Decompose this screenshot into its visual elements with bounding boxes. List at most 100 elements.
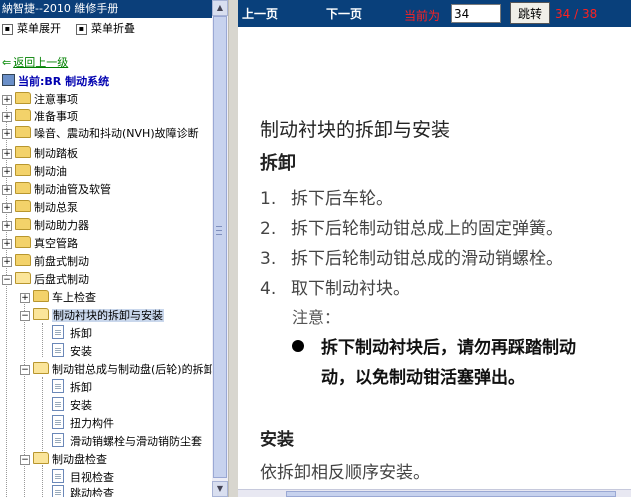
tree-item[interactable]: + 制动助力器 [2,217,89,234]
doc-title: 制动衬块的拆卸与安装 [260,119,451,141]
expand-toggle-icon[interactable]: + [2,129,12,139]
expand-toggle-icon[interactable]: + [2,149,12,159]
expand-toggle-icon[interactable]: + [2,221,12,231]
document-icon [52,343,64,357]
install-heading: 安装 [260,430,294,450]
collapse-toggle-icon[interactable]: − [2,275,12,285]
left-vertical-scrollbar[interactable]: ▲ ▼ [212,0,228,497]
open-folder-icon [15,272,31,284]
collapse-toggle-icon[interactable]: − [20,455,30,465]
expand-toggle-icon[interactable]: + [2,167,12,177]
horizontal-scrollbar[interactable] [238,489,631,497]
tree-item[interactable]: + 前盘式制动 [2,253,89,270]
back-link-label: 返回上一级 [13,56,69,69]
folder-icon [15,200,31,212]
step-item: 4. 取下制动衬块。 [260,279,410,299]
tree-item[interactable]: + 车上检查 [20,289,96,306]
manual-title: 納智捷--2010 維修手册 [0,0,212,18]
tree-item[interactable]: − 后盘式制动 [2,271,89,288]
expand-toggle-icon[interactable]: + [20,293,30,303]
expand-toggle-icon[interactable]: + [2,185,12,195]
prev-page-link[interactable]: 上一页 [242,5,278,22]
open-folder-icon [33,452,49,464]
document-icon [52,415,64,429]
expand-icon: ▪ [2,24,13,35]
scroll-grip-icon [216,226,222,235]
next-page-link[interactable]: 下一页 [326,5,362,22]
removal-heading: 拆卸 [260,153,296,174]
tree-item-selected[interactable]: − 制动衬块的拆卸与安装 [20,307,164,324]
caution-label: 注意： [292,308,341,327]
expand-all-button[interactable]: ▪ 菜单展开 [2,22,61,36]
collapse-all-button[interactable]: ▪ 菜单折叠 [76,22,135,36]
expand-toggle-icon[interactable]: + [2,95,12,105]
document-icon [52,379,64,393]
document-icon [52,469,64,483]
content-pane: 上一页 下一页 当前为 跳转 34 / 38 制动衬块的拆卸与安装 拆卸 1.拆… [238,0,631,497]
scroll-thumb[interactable] [213,16,227,478]
tree-item[interactable]: + 注意事项 [2,91,78,108]
tree-item[interactable]: 扭力构件 [52,415,114,432]
document-icon [52,397,64,411]
page-number-input[interactable] [451,4,501,23]
folder-icon [15,182,31,194]
tree-item[interactable]: 拆卸 [52,325,92,342]
document-icon [52,485,64,497]
document-icon [52,433,64,447]
page-count: 34 / 38 [555,7,598,21]
tree-item[interactable]: −制动钳总成与制动盘(后轮)的拆卸与安装 [20,361,212,378]
current-page-label: 当前为 [404,9,441,23]
back-arrow-icon: ⇐ [2,56,12,69]
tree-item[interactable]: + 制动总泵 [2,199,78,216]
tree-item[interactable]: + 制动踏板 [2,145,78,162]
folder-icon [15,218,31,230]
tree-item[interactable]: 跳动检查 [52,485,114,497]
folder-icon [15,126,31,138]
tree-item[interactable]: 滑动销螺栓与滑动销防尘套 [52,433,202,450]
collapse-toggle-icon[interactable]: − [20,311,30,321]
tree-item[interactable]: 安装 [52,397,92,414]
caution-text-line2: 动，以免制动钳活塞弹出。 [321,368,525,388]
collapse-all-label: 菜单折叠 [91,22,135,35]
horizontal-scroll-thumb[interactable] [286,491,616,497]
current-section-label: 当前:BR 制动系统 [18,75,110,88]
tree-item[interactable]: + 制动油 [2,163,67,180]
folder-icon [15,146,31,158]
expand-toggle-icon[interactable]: + [2,239,12,249]
tree-item[interactable]: + 真空管路 [2,235,78,252]
back-link[interactable]: ⇐ 返回上一级 [2,56,68,70]
collapse-toggle-icon[interactable]: − [20,365,30,375]
tree-item[interactable]: + 制动油管及软管 [2,181,111,198]
pane-splitter[interactable] [228,0,238,497]
folder-icon [15,254,31,266]
folder-icon [15,236,31,248]
tree-item[interactable]: 安装 [52,343,92,360]
expand-toggle-icon[interactable]: + [2,112,12,122]
tree-item[interactable]: + 准备事项 [2,108,78,125]
step-item: 1. 拆下后车轮。 [260,189,393,209]
expand-all-label: 菜单展开 [17,22,61,35]
tree-view: + 注意事项 + 准备事项 + 噪音、震动和抖动(NVH)故障诊断 + 制动踏板 + 制动… [0,91,212,497]
scroll-down-arrow-icon[interactable]: ▼ [212,481,228,497]
folder-icon [15,109,31,121]
open-folder-icon [33,362,49,374]
scroll-up-arrow-icon[interactable]: ▲ [212,0,228,16]
expand-toggle-icon[interactable]: + [2,257,12,267]
folder-icon [15,164,31,176]
document-view: 制动衬块的拆卸与安装 拆卸 1. 拆下后车轮。 2. 拆下后轮制动钳总成上的固定弹簧… [238,27,631,489]
tree-guide-line [42,465,43,497]
page-navbar: 上一页 下一页 当前为 跳转 34 / 38 [238,0,631,27]
folder-icon [15,92,31,104]
document-icon [52,325,64,339]
expand-toggle-icon[interactable]: + [2,203,12,213]
step-item: 3. 拆下后轮制动钳总成的滑动销螺栓。 [260,249,563,269]
tree-item[interactable]: − 制动盘检查 [20,451,107,468]
install-text: 依拆卸相反顺序安装。 [260,463,430,483]
tree-item[interactable]: + 噪音、震动和抖动(NVH)故障诊断 [2,125,199,142]
open-folder-icon [33,308,49,320]
jump-button[interactable]: 跳转 [510,2,550,24]
left-pane: 納智捷--2010 維修手册 ▪ 菜单展开 ▪ 菜单折叠 ⇐ 返回上一级 当前:BR … [0,0,212,497]
tree-item[interactable]: 拆卸 [52,379,92,396]
tree-guide-line [42,323,43,357]
tree-item[interactable]: 目视检查 [52,469,114,486]
